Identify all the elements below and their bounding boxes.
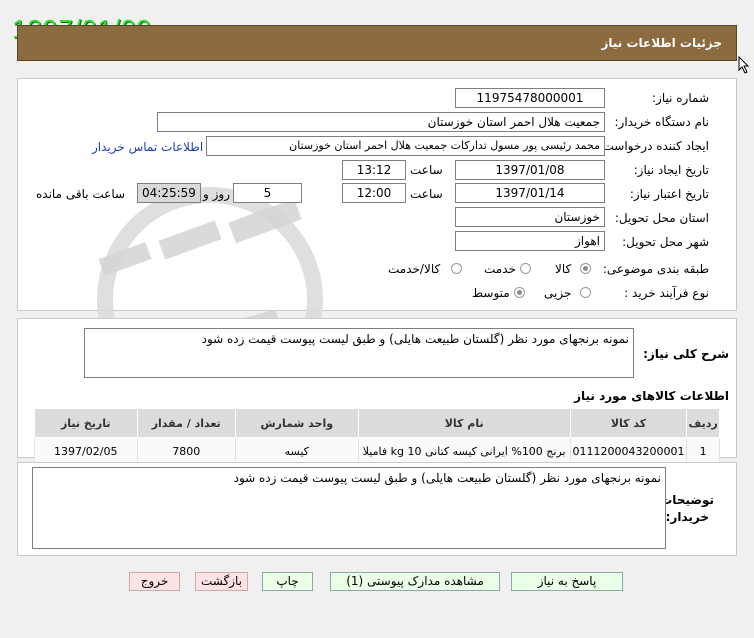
created-date-label: تاریخ ایجاد نیاز:: [633, 163, 709, 177]
description-field: نمونه برنجهای مورد نظر (گلستان طبیعت های…: [84, 328, 634, 378]
col-header-row-number: ردیف: [686, 408, 720, 438]
purchase-medium-label: متوسط: [472, 286, 510, 300]
purchase-medium-radio[interactable]: [514, 287, 525, 298]
buyer-notes-label-1: توضیحات: [660, 493, 714, 507]
valid-time-label: ساعت: [410, 187, 443, 201]
page-title: جزئیات اطلاعات نیاز: [601, 36, 722, 50]
purchase-minor-label: جزیی: [544, 286, 572, 300]
description-label: شرح کلی نیاز:: [643, 347, 729, 361]
remaining-days-field: 5: [233, 183, 302, 203]
need-number-field: 11975478000001: [455, 88, 605, 108]
city-field: اهواز: [455, 231, 605, 251]
category-both-label: كالا/خدمت: [388, 262, 441, 276]
buyer-org-field: جمعیت هلال احمر استان خوزستان: [157, 112, 605, 132]
col-header-name: نام کالا: [357, 408, 571, 438]
cell-unit: کیسه: [234, 437, 359, 465]
col-header-code: کد کالا: [569, 408, 688, 438]
table-row: 1 0111200043200001 برنج 100% ایرانی کیسه…: [34, 437, 720, 465]
col-header-date: تاریخ نیاز: [34, 408, 138, 438]
cell-code: 0111200043200001: [569, 437, 688, 465]
province-field: خوزستان: [455, 207, 605, 227]
exit-button[interactable]: خروج: [129, 572, 180, 591]
purchase-type-label: نوع فرآیند خرید :: [624, 286, 709, 300]
reply-button[interactable]: پاسخ به نیاز: [511, 572, 623, 591]
category-service-radio[interactable]: [520, 263, 531, 274]
col-header-unit: واحد شمارش: [234, 408, 359, 438]
page-header: جزئیات اطلاعات نیاز: [17, 25, 737, 61]
creator-field: محمد رئیسی پور مسول تداركات جمعیت هلال ا…: [206, 136, 605, 156]
remaining-label: ساعت باقی مانده: [36, 187, 126, 201]
cell-quantity: 7800: [136, 437, 236, 465]
valid-date-field: 1397/01/14: [455, 183, 605, 203]
category-goods-label: كالا: [555, 262, 572, 276]
created-date-field: 1397/01/08: [455, 160, 605, 180]
print-button[interactable]: چاپ: [262, 572, 313, 591]
cell-name: برنج 100% ایرانی کیسه کتانی 10 kg فامیلا: [357, 437, 571, 465]
goods-table: ردیف کد کالا نام کالا واحد شمارش تعداد /…: [34, 408, 720, 465]
creator-label: ایجاد کننده درخواست:: [598, 139, 709, 153]
city-label: شهر محل تحویل:: [622, 235, 709, 249]
buyer-notes-field: نمونه برنجهای مورد نظر (گلستان طبیعت های…: [32, 467, 666, 549]
back-button[interactable]: بازگشت: [195, 572, 248, 591]
created-time-label: ساعت: [410, 163, 443, 177]
remaining-time-field: 04:25:59: [137, 183, 201, 203]
created-time-field: 13:12: [342, 160, 406, 180]
buyer-notes-label-2: خریدار:: [665, 510, 709, 524]
buyer-org-label: نام دستگاه خریدار:: [614, 115, 710, 129]
valid-date-label: تاریخ اعتبار نیاز:: [629, 187, 709, 201]
category-label: طبقه بندی موضوعی:: [602, 262, 709, 276]
category-goods-radio[interactable]: [580, 263, 591, 274]
need-number-label: شماره نیاز:: [652, 91, 709, 105]
category-both-radio[interactable]: [451, 263, 462, 274]
valid-time-field: 12:00: [342, 183, 406, 203]
category-service-label: خدمت: [484, 262, 516, 276]
purchase-minor-radio[interactable]: [580, 287, 591, 298]
mouse-cursor-icon: [738, 56, 750, 74]
cell-date: 1397/02/05: [34, 437, 138, 465]
days-label: روز و: [203, 187, 230, 201]
attachments-button[interactable]: مشاهده مدارک پیوستی (1): [330, 572, 500, 591]
buyer-contact-link[interactable]: اطلاعات تماس خریدار: [92, 140, 203, 154]
col-header-quantity: تعداد / مقدار: [136, 408, 236, 438]
cell-row-number: 1: [686, 437, 720, 465]
province-label: استان محل تحویل:: [614, 211, 709, 225]
goods-title: اطلاعات کالاهای مورد نیاز: [574, 389, 729, 403]
